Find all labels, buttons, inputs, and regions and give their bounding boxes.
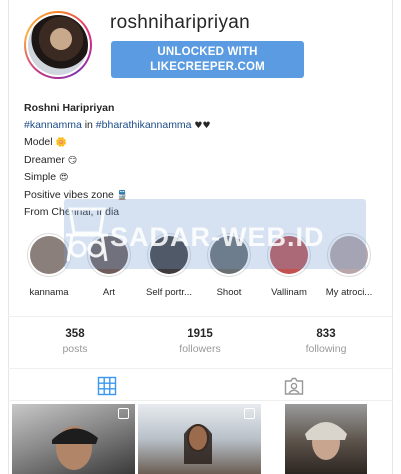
select-checkbox[interactable] [118, 408, 129, 419]
post-photo [184, 424, 212, 464]
post-thumbnail[interactable] [12, 404, 135, 474]
bio-line-6: From Chennai, India [24, 206, 120, 218]
full-name: Roshni Haripriyan [24, 102, 115, 114]
highlight-item[interactable]: Art [78, 233, 140, 298]
highlight-item[interactable]: My atroci... [318, 233, 380, 298]
highlight-label: Self portr... [146, 287, 192, 298]
bio-line-2: Model 🌼 [24, 134, 211, 152]
highlight-label: Art [102, 287, 116, 298]
hearts-emoji: ♥♥ [191, 120, 211, 131]
flower-emoji: 🌼 [52, 138, 67, 148]
highlight-label: kannama [29, 287, 69, 298]
hashtag-link[interactable]: #bharathikannamma [96, 119, 192, 131]
highlight-cover [90, 236, 128, 274]
following-count: 833 [316, 328, 336, 340]
highlight-cover [330, 236, 368, 274]
unlock-button[interactable]: UNLOCKED WITH LIKECREEPER.COM [111, 41, 304, 78]
bio-text: Model [24, 136, 53, 148]
bio-text: in [81, 118, 96, 131]
avatar-photo [28, 15, 88, 75]
bio: Roshni Haripriyan #kannamma in #bharathi… [24, 100, 211, 221]
following-label: following [305, 343, 347, 355]
highlight-cover [210, 236, 248, 274]
posts-count: 358 [65, 328, 85, 340]
grid-icon[interactable] [97, 376, 117, 396]
smirk-emoji: 😏 [64, 155, 78, 166]
story-highlights: kannama Art Self portr... Shoot Vallinam… [18, 233, 386, 303]
unlock-button-line1: UNLOCKED WITH [157, 46, 258, 58]
highlight-item[interactable]: Self portr... [138, 233, 200, 298]
hashtag-link[interactable]: #kannamma [24, 119, 82, 131]
bio-text: Simple [24, 171, 57, 183]
tagged-icon[interactable] [284, 376, 304, 396]
unlock-button-line2: LIKECREEPER.COM [150, 61, 265, 73]
highlight-cover [30, 236, 68, 274]
followers-count: 1915 [187, 328, 213, 340]
bio-text: Positive vibes zone [24, 188, 114, 201]
username: roshniharipriyan [110, 12, 250, 33]
highlight-item[interactable]: kannama [18, 233, 80, 298]
bio-line-5: Positive vibes zone 🚆 [24, 187, 211, 205]
heart-eyes-emoji: 😍 [56, 173, 69, 183]
bio-line-3: Dreamer 😏 [24, 152, 211, 170]
select-checkbox[interactable] [244, 408, 255, 419]
post-photo [52, 426, 98, 470]
train-emoji: 🚆 [113, 190, 128, 201]
post-thumbnail[interactable] [285, 404, 367, 474]
highlight-label: Vallinam [271, 287, 307, 298]
posts-label: posts [62, 343, 88, 355]
bio-line-4: Simple 😍 [24, 169, 211, 187]
bio-text: Dreamer [24, 153, 65, 166]
divider [8, 400, 393, 401]
highlight-label: My atroci... [325, 287, 373, 298]
bio-line-1: #kannamma in #bharathikannamma ♥♥ [24, 117, 211, 135]
profile-avatar[interactable] [24, 11, 92, 79]
highlight-item[interactable]: Shoot [198, 233, 260, 298]
highlight-item[interactable]: Vallinam [258, 233, 320, 298]
highlight-label: Shoot [216, 287, 242, 298]
post-thumbnail[interactable] [138, 404, 261, 474]
post-photo [305, 422, 347, 460]
followers-label: followers [179, 343, 221, 355]
followers-stat[interactable]: 1915 followers [160, 328, 240, 355]
posts-stat[interactable]: 358 posts [35, 328, 115, 355]
highlight-cover [270, 236, 308, 274]
divider [8, 316, 393, 317]
divider [8, 368, 393, 369]
highlight-cover [150, 236, 188, 274]
following-stat[interactable]: 833 following [286, 328, 366, 355]
